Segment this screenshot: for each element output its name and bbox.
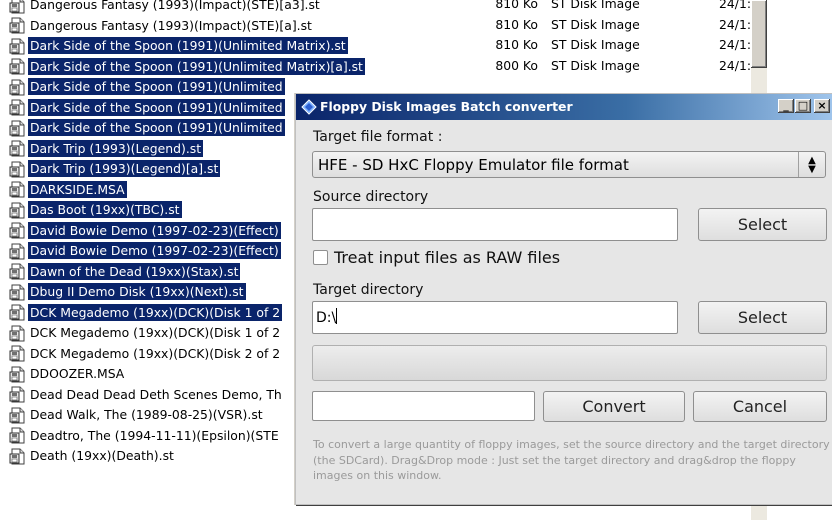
target-format-label: Target file format :: [313, 129, 443, 145]
disk-image-file-icon: [9, 99, 26, 116]
file-row[interactable]: Dangerous Fantasy (1993)(Impact)(STE)[a]…: [0, 15, 832, 36]
disk-image-file-icon: [9, 386, 26, 403]
file-name: Dangerous Fantasy (1993)(Impact)(STE)[a]…: [30, 17, 312, 33]
file-name: Dark Side of the Spoon (1991)(Unlimited: [28, 78, 285, 95]
file-size: 800 Ko: [495, 57, 538, 73]
disk-image-file-icon: [9, 263, 26, 280]
file-name: Dangerous Fantasy (1993)(Impact)(STE)[a3…: [30, 0, 320, 12]
file-name: DDOOZER.MSA: [30, 366, 125, 381]
disk-image-file-icon: [9, 17, 26, 34]
close-button[interactable]: ×: [814, 99, 830, 113]
disk-image-file-icon: [9, 120, 26, 136]
disk-image-file-icon: [9, 0, 26, 13]
select-updown-icon[interactable]: ▲ ▼: [798, 152, 825, 177]
source-directory-input[interactable]: [312, 208, 678, 241]
file-name: DCK Megademo (19xx)(DCK)(Disk 1 of 2: [30, 325, 281, 340]
file-name: DCK Megademo (19xx)(DCK)(Disk 1 of 2: [28, 303, 283, 321]
file-size: 810 Ko: [495, 16, 538, 32]
progress-bar: [312, 345, 827, 381]
cancel-button[interactable]: Cancel: [693, 391, 827, 422]
file-name: Death (19xx)(Death).st: [30, 448, 174, 463]
disk-image-file-icon: [9, 58, 26, 75]
disk-image-file-icon: [9, 284, 26, 300]
minimize-button[interactable]: _: [778, 99, 794, 113]
file-name: Dbug II Demo Disk (19xx)(Next).st: [28, 283, 246, 300]
batch-converter-dialog: Floppy Disk Images Batch converter _ □ ×…: [295, 93, 832, 505]
raw-files-label: Treat input files as RAW files: [334, 248, 561, 267]
file-name: Dark Side of the Spoon (1991)(Unlimited: [28, 98, 285, 116]
file-name: Dead Dead Dead Deth Scenes Demo, Th: [30, 386, 282, 402]
disk-image-file-icon: [9, 448, 26, 464]
file-name: David Bowie Demo (1997-02-23)(Effect): [28, 242, 281, 259]
file-name: Dark Trip (1993)(Legend)[a].st: [28, 160, 221, 177]
disk-image-file-icon: [9, 222, 26, 239]
file-size: 810 Ko: [495, 0, 538, 11]
disk-image-file-icon: [9, 140, 26, 157]
file-name: Deadtro, The (1994-11-11)(Epsilon)(STE: [30, 427, 279, 443]
file-row[interactable]: Dark Side of the Spoon (1991)(Unlimited …: [0, 56, 832, 77]
source-select-button[interactable]: Select: [698, 208, 827, 241]
file-name: Dead Walk, The (1989-08-25)(VSR).st: [30, 407, 263, 422]
file-name: Dark Side of the Spoon (1991)(Unlimited …: [28, 37, 348, 54]
file-name: Dark Side of the Spoon (1991)(Unlimited: [28, 119, 285, 136]
dialog-title: Floppy Disk Images Batch converter: [320, 99, 573, 114]
file-type: ST Disk Image: [551, 0, 640, 11]
disk-image-file-icon: [9, 325, 26, 341]
target-select-button[interactable]: Select: [698, 301, 827, 334]
target-directory-input[interactable]: D:\: [312, 301, 678, 334]
scrollbar-thumb[interactable]: [751, 0, 767, 68]
app-diamond-icon: [301, 99, 317, 115]
file-name: Dawn of the Dead (19xx)(Stax).st: [28, 262, 241, 280]
source-directory-label: Source directory: [313, 189, 429, 205]
disk-image-file-icon: [9, 202, 26, 218]
target-directory-label: Target directory: [313, 282, 424, 298]
disk-image-file-icon: [9, 366, 26, 382]
dialog-titlebar[interactable]: Floppy Disk Images Batch converter _ □ ×: [296, 94, 832, 120]
file-name: Dark Side of the Spoon (1991)(Unlimited …: [28, 57, 365, 75]
disk-image-file-icon: [9, 38, 26, 54]
file-name: Das Boot (19xx)(TBC).st: [28, 201, 182, 218]
disk-image-file-icon: [9, 345, 26, 362]
file-name: DCK Megademo (19xx)(DCK)(Disk 2 of 2: [30, 345, 281, 361]
target-format-select[interactable]: HFE - SD HxC Floppy Emulator file format…: [312, 151, 826, 178]
file-name: DARKSIDE.MSA: [28, 180, 127, 198]
file-type: ST Disk Image: [551, 37, 640, 52]
file-type: ST Disk Image: [551, 16, 640, 32]
file-type: ST Disk Image: [551, 57, 640, 73]
target-format-value: HFE - SD HxC Floppy Emulator file format: [318, 156, 629, 174]
convert-button[interactable]: Convert: [543, 391, 685, 422]
file-name: David Bowie Demo (1997-02-23)(Effect): [28, 221, 281, 239]
target-directory-value: D:\: [316, 310, 337, 326]
file-row[interactable]: Dark Side of the Spoon (1991)(Unlimited …: [0, 35, 832, 56]
status-field[interactable]: [312, 391, 535, 421]
file-row[interactable]: Dangerous Fantasy (1993)(Impact)(STE)[a3…: [0, 0, 832, 15]
disk-image-file-icon: [9, 161, 26, 177]
disk-image-file-icon: [9, 407, 26, 423]
file-name: Dark Trip (1993)(Legend).st: [28, 139, 204, 157]
disk-image-file-icon: [9, 79, 26, 95]
disk-image-file-icon: [9, 243, 26, 259]
file-size: 810 Ko: [495, 37, 538, 52]
text-caret: [336, 308, 338, 324]
disk-image-file-icon: [9, 181, 26, 198]
disk-image-file-icon: [9, 427, 26, 444]
disk-image-file-icon: [9, 304, 26, 321]
raw-files-checkbox[interactable]: [313, 250, 328, 265]
maximize-button[interactable]: □: [795, 99, 811, 113]
help-text: To convert a large quantity of floppy im…: [313, 438, 830, 482]
